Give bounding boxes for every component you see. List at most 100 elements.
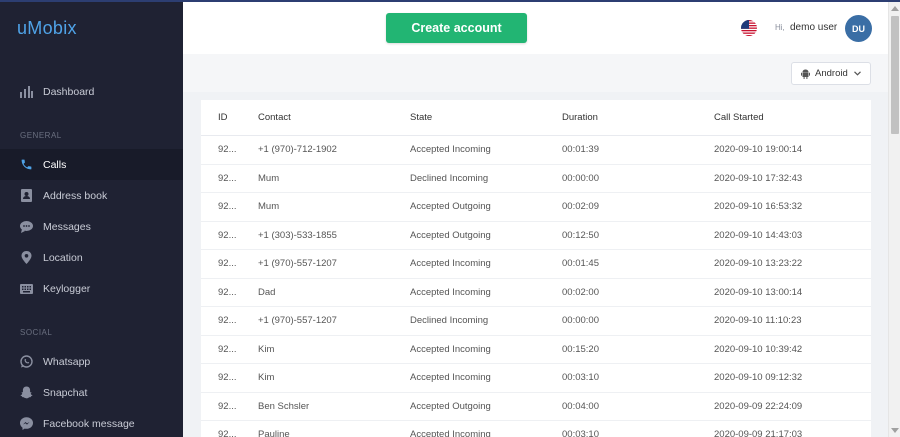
device-select[interactable]: Android [791,62,871,85]
cell-id: 92... [218,372,237,384]
table-row[interactable]: 92... Mum Accepted Outgoing 00:02:09 202… [201,193,871,222]
us-flag-icon[interactable] [741,20,757,36]
cell-duration: 00:03:10 [562,429,599,437]
cell-duration: 00:15:20 [562,343,599,355]
sidebar-item-label: Whatsapp [43,355,91,368]
sidebar-item-label: Snapchat [43,386,88,399]
cell-contact: Mum [258,201,280,213]
snapchat-icon [20,386,33,399]
top-accent-line [0,0,900,2]
sidebar-item-location[interactable]: Location [0,242,183,273]
cell-id: 92... [218,343,237,355]
cell-duration: 00:02:09 [562,201,599,213]
cell-id: 92... [218,144,237,156]
cell-id: 92... [218,286,237,298]
column-header-duration[interactable]: Duration [562,100,598,135]
phone-icon [20,158,33,171]
sidebar-item-label: Dashboard [43,85,95,98]
sidebar-item-address-book[interactable]: Address book [0,180,183,211]
table-row[interactable]: 92... Mum Declined Incoming 00:00:00 202… [201,165,871,193]
sidebar-item-label: Messages [43,220,91,233]
cell-call-started: 2020-09-10 13:23:22 [714,258,803,270]
sidebar-item-label: Location [43,251,83,264]
cell-duration: 00:00:00 [562,315,599,327]
table-header-row: ID Contact State Duration Call Started [201,100,871,136]
cell-state: Accepted Incoming [410,144,491,156]
cell-call-started: 2020-09-09 22:24:09 [714,400,803,412]
device-select-value: Android [815,68,848,79]
table-row[interactable]: 92... Kim Accepted Incoming 00:03:10 202… [201,364,871,393]
whatsapp-icon [20,355,33,368]
cell-contact: +1 (970)-712-1902 [258,144,337,156]
column-header-id[interactable]: ID [218,100,246,135]
scroll-up-arrow-icon[interactable] [891,6,899,11]
avatar[interactable]: DU [845,15,872,42]
filter-bar: Android [183,54,888,92]
sidebar-item-whatsapp[interactable]: Whatsapp [0,346,183,377]
top-header: Create account Hi, demo user DU [183,2,888,54]
table-row[interactable]: 92... Pauline Accepted Incoming 00:03:10… [201,421,871,437]
table-row[interactable]: 92... Kim Accepted Incoming 00:15:20 202… [201,336,871,364]
column-header-contact[interactable]: Contact [258,100,291,135]
cell-state: Declined Incoming [410,315,489,327]
cell-duration: 00:04:00 [562,400,599,412]
contact-book-icon [20,189,33,202]
cell-duration: 00:01:45 [562,258,599,270]
cell-call-started: 2020-09-10 14:43:03 [714,229,803,241]
sidebar-item-messages[interactable]: Messages [0,211,183,242]
cell-call-started: 2020-09-10 10:39:42 [714,343,803,355]
cell-call-started: 2020-09-10 19:00:14 [714,144,803,156]
sidebar-item-dashboard[interactable]: Dashboard [0,76,183,107]
map-pin-icon [20,251,33,264]
cell-state: Accepted Incoming [410,286,491,298]
sidebar: uMobix Dashboard GENERAL Calls Address b… [0,0,183,437]
cell-contact: Dad [258,286,276,298]
cell-id: 92... [218,258,237,270]
keyboard-icon [20,282,33,295]
table-row[interactable]: 92... Ben Schsler Accepted Outgoing 00:0… [201,393,871,421]
sidebar-item-calls[interactable]: Calls [0,149,183,180]
cell-state: Accepted Outgoing [410,201,491,213]
android-icon [801,69,810,79]
cell-call-started: 2020-09-10 13:00:14 [714,286,803,298]
cell-contact: Pauline [258,429,290,437]
app-logo[interactable]: uMobix [17,18,77,39]
sidebar-item-facebook-messenger[interactable]: Facebook message [0,408,183,437]
cell-call-started: 2020-09-10 11:10:23 [714,315,802,327]
calls-table: ID Contact State Duration Call Started 9… [201,100,871,437]
scroll-down-arrow-icon[interactable] [891,428,899,433]
sidebar-item-snapchat[interactable]: Snapchat [0,377,183,408]
cell-state: Accepted Outgoing [410,229,491,241]
column-header-call-started[interactable]: Call Started [714,100,764,135]
sidebar-item-label: Facebook message [43,417,135,430]
scrollbar-thumb[interactable] [891,16,899,134]
create-account-button[interactable]: Create account [386,13,527,43]
cell-id: 92... [218,400,237,412]
table-row[interactable]: 92... +1 (970)-557-1207 Declined Incomin… [201,307,871,336]
cell-state: Declined Incoming [410,172,489,184]
section-label-general: GENERAL [20,131,62,140]
table-row[interactable]: 92... Dad Accepted Incoming 00:02:00 202… [201,279,871,307]
cell-state: Accepted Incoming [410,372,491,384]
cell-id: 92... [218,315,237,327]
sidebar-item-keylogger[interactable]: Keylogger [0,273,183,304]
cell-id: 92... [218,429,237,437]
cell-id: 92... [218,201,237,213]
chevron-down-icon [853,71,861,76]
messenger-icon [20,417,33,430]
cell-contact: +1 (970)-557-1207 [258,258,337,270]
section-label-social: SOCIAL [20,328,53,337]
username[interactable]: demo user [790,22,837,33]
cell-call-started: 2020-09-10 09:12:32 [714,372,803,384]
page-scrollbar[interactable] [888,2,900,437]
greeting-text: Hi, [775,23,785,32]
table-row[interactable]: 92... +1 (970)-557-1207 Accepted Incomin… [201,250,871,279]
cell-id: 92... [218,172,237,184]
table-row[interactable]: 92... +1 (970)-712-1902 Accepted Incomin… [201,136,871,165]
column-header-state[interactable]: State [410,100,432,135]
cell-state: Accepted Outgoing [410,400,491,412]
cell-duration: 00:00:00 [562,172,599,184]
table-row[interactable]: 92... +1 (303)-533-1855 Accepted Outgoin… [201,222,871,250]
cell-duration: 00:12:50 [562,229,599,241]
chat-bubble-icon [20,220,33,233]
